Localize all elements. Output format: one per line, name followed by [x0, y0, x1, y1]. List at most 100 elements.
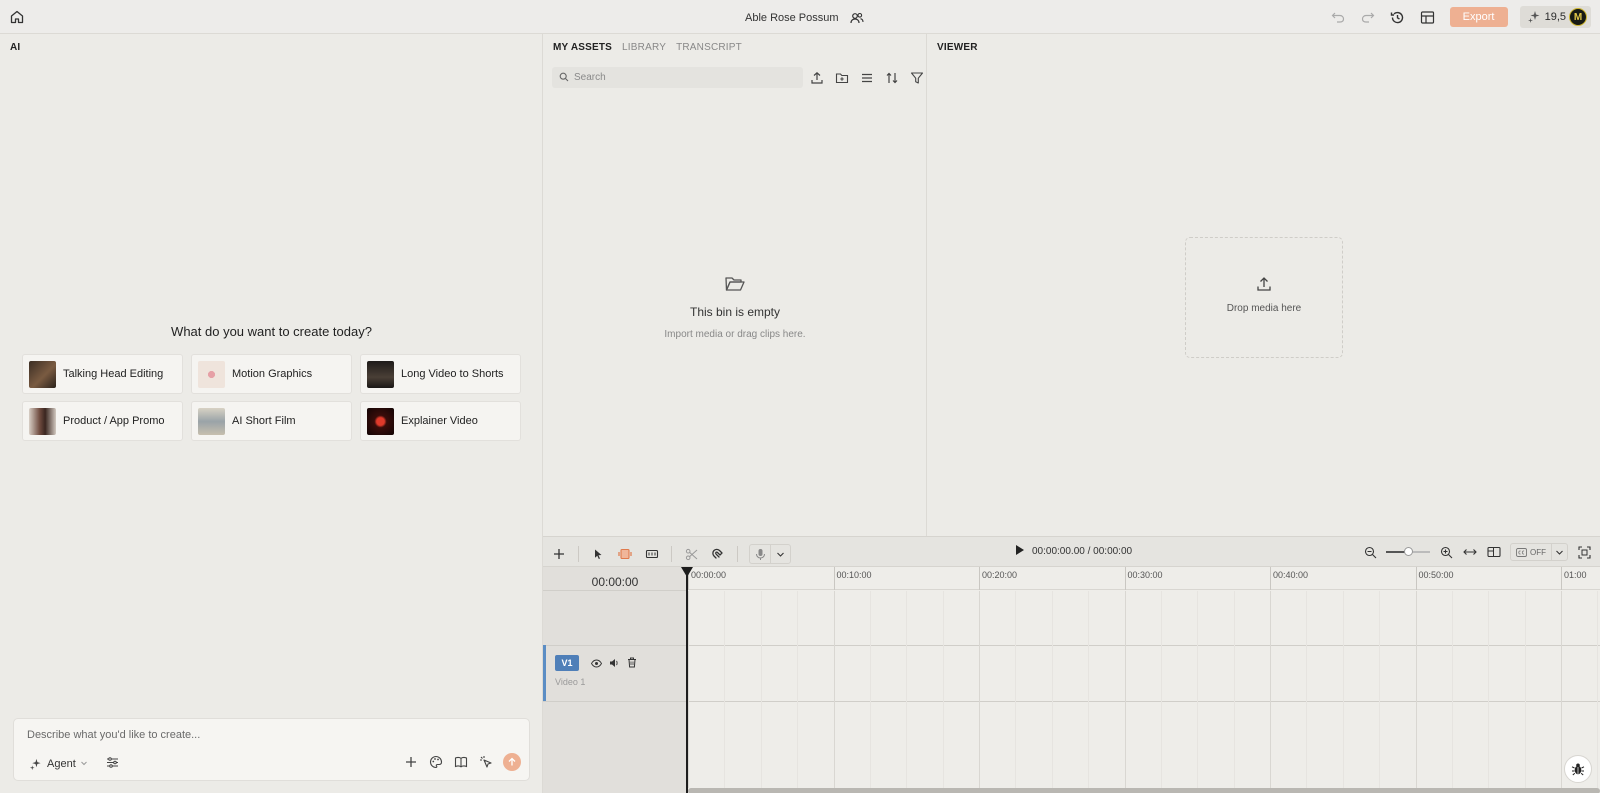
grid-line-major [1124, 591, 1126, 788]
template-motion-graphics[interactable]: Motion Graphics [191, 354, 352, 394]
palette-icon[interactable] [428, 754, 444, 770]
template-label: Product / App Promo [63, 415, 165, 427]
template-talking-head[interactable]: Talking Head Editing [22, 354, 183, 394]
agent-mode-select[interactable]: Agent [27, 756, 119, 772]
project-name[interactable]: Able Rose Possum [745, 12, 839, 24]
grid-line-minor [724, 591, 726, 788]
prompt-tools [403, 753, 521, 771]
tab-library[interactable]: LIBRARY [622, 42, 666, 53]
grid-line-minor [1342, 591, 1344, 788]
empty-bin-state: This bin is empty Import media or drag c… [543, 274, 927, 340]
playback-controls: 00:00:00.00 / 00:00:00 [1014, 544, 1132, 559]
export-button[interactable]: Export [1449, 7, 1508, 27]
collaborators-icon[interactable] [849, 10, 865, 26]
chevron-down-icon [80, 758, 88, 770]
ruler-label: 01:00 [1564, 570, 1587, 580]
new-folder-icon[interactable] [834, 70, 850, 86]
sparkle-icon [1526, 9, 1542, 25]
tab-transcript[interactable]: TRANSCRIPT [676, 42, 742, 53]
undo-icon[interactable] [1330, 9, 1346, 25]
ruler-label: 00:10:00 [836, 570, 872, 580]
template-label: Motion Graphics [232, 368, 313, 380]
grid-line-major [1561, 591, 1562, 788]
redo-icon[interactable] [1360, 9, 1376, 25]
plus-icon[interactable] [403, 754, 419, 770]
microphone-icon[interactable] [750, 545, 770, 563]
horizontal-scrollbar[interactable] [688, 788, 1600, 793]
drop-zone[interactable]: Drop media here [1185, 237, 1343, 358]
zoom-out-icon[interactable] [1362, 544, 1378, 560]
template-label: Long Video to Shorts [401, 368, 504, 380]
ruler-tick [1561, 567, 1562, 590]
template-long-to-shorts[interactable]: Long Video to Shorts [360, 354, 521, 394]
fullscreen-icon[interactable] [1576, 544, 1592, 560]
template-thumbnail [367, 407, 394, 435]
scissors-icon[interactable] [683, 546, 699, 562]
empty-title: This bin is empty [689, 305, 781, 319]
upload-icon[interactable] [809, 70, 825, 86]
track-v1-header[interactable]: V1 Video 1 [543, 645, 687, 701]
search-input[interactable] [574, 72, 794, 83]
play-icon[interactable] [1014, 544, 1025, 559]
prompt-box: Agent [13, 718, 530, 781]
template-product-promo[interactable]: Product / App Promo [22, 401, 183, 441]
volume-icon[interactable] [609, 657, 620, 671]
sort-icon[interactable] [884, 70, 900, 86]
tab-my-assets[interactable]: MY ASSETS [553, 42, 612, 53]
ruler-tick [1415, 567, 1417, 590]
panel-toggle-icon[interactable] [1486, 544, 1502, 560]
bug-report-button[interactable] [1564, 755, 1592, 783]
book-icon[interactable] [453, 754, 469, 770]
grid-line-minor [906, 591, 908, 788]
list-view-icon[interactable] [859, 70, 875, 86]
chevron-down-icon[interactable] [770, 545, 790, 563]
divider [737, 546, 738, 562]
grid-line-minor [1233, 591, 1235, 788]
home-icon[interactable] [9, 9, 25, 25]
timeline-canvas[interactable] [688, 591, 1600, 788]
zoom-slider[interactable] [1386, 545, 1430, 559]
zoom-thumb[interactable] [1403, 547, 1413, 556]
captions-toggle[interactable]: OFF [1511, 548, 1551, 557]
playhead[interactable] [686, 567, 688, 793]
select-tool-icon[interactable] [590, 546, 606, 562]
send-button[interactable] [503, 753, 521, 771]
slip-tool-icon[interactable] [617, 546, 633, 562]
zoom-in-icon[interactable] [1438, 544, 1454, 560]
upload-icon [1186, 276, 1342, 295]
settings-sliders-icon[interactable] [106, 756, 119, 772]
template-explainer-video[interactable]: Explainer Video [360, 401, 521, 441]
ruler-tick [833, 567, 835, 590]
timeline-view-tools: OFF [1362, 543, 1592, 561]
add-track-icon[interactable] [551, 546, 567, 562]
asset-tabs: MY ASSETS LIBRARY TRANSCRIPT [553, 42, 742, 53]
magnet-icon[interactable] [710, 546, 726, 562]
assets-panel: MY ASSETS LIBRARY TRANSCRIPT This bin is… [543, 34, 927, 536]
layout-icon[interactable] [1420, 9, 1436, 25]
top-bar: Able Rose Possum Export 19,5 M [0, 0, 1600, 34]
track-badge[interactable]: V1 [555, 655, 579, 671]
magic-cursor-icon[interactable] [478, 754, 494, 770]
timeline-tools [551, 544, 791, 564]
chevron-down-icon[interactable] [1551, 544, 1567, 560]
history-icon[interactable] [1390, 9, 1406, 25]
grid-line-minor [869, 591, 871, 788]
credits-badge[interactable]: 19,5 M [1519, 6, 1591, 28]
grid-line-minor [942, 591, 944, 788]
time-ruler[interactable]: 00:00:00 00:10:00 00:20:00 00:30:00 00:40:00… [688, 567, 1600, 590]
template-thumbnail [198, 407, 225, 435]
divider [578, 546, 579, 562]
prompt-input[interactable] [27, 729, 507, 741]
filter-icon[interactable] [909, 70, 925, 86]
ruler-label: 00:30:00 [1127, 570, 1163, 580]
fit-width-icon[interactable] [1462, 544, 1478, 560]
ruler-label: 00:50:00 [1418, 570, 1454, 580]
template-ai-short-film[interactable]: AI Short Film [191, 401, 352, 441]
grid-line-minor [1597, 591, 1599, 788]
grid-line-minor [1524, 591, 1526, 788]
trash-icon[interactable] [627, 657, 637, 671]
ripple-tool-icon[interactable] [644, 546, 660, 562]
timeline: 00:00:00.00 / 00:00:00 OFF 00:00:00 V1 V… [543, 536, 1600, 793]
eye-icon[interactable] [590, 657, 603, 671]
avatar[interactable]: M [1569, 8, 1587, 26]
